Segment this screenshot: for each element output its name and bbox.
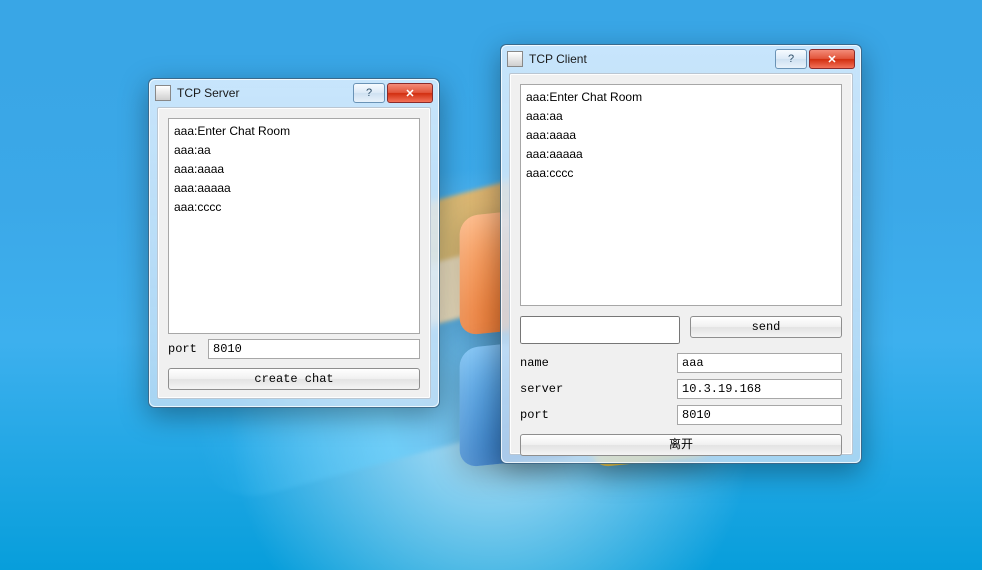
- client-client-area: aaa:Enter Chat Room aaa:aa aaa:aaaa aaa:…: [509, 73, 853, 455]
- client-port-label: port: [520, 408, 677, 422]
- client-port-input[interactable]: [677, 405, 842, 425]
- server-address-label: server: [520, 382, 677, 396]
- name-label: name: [520, 356, 677, 370]
- create-chat-button[interactable]: create chat: [168, 368, 420, 390]
- server-titlebar[interactable]: TCP Server ? ✕: [149, 79, 439, 107]
- client-messages[interactable]: aaa:Enter Chat Room aaa:aa aaa:aaaa aaa:…: [520, 84, 842, 306]
- close-button[interactable]: ✕: [809, 49, 855, 69]
- tcp-server-window: TCP Server ? ✕ aaa:Enter Chat Room aaa:a…: [148, 78, 440, 408]
- message-input[interactable]: [520, 316, 680, 344]
- server-address-input[interactable]: [677, 379, 842, 399]
- name-input[interactable]: [677, 353, 842, 373]
- server-port-input[interactable]: [208, 339, 420, 359]
- app-icon: [155, 85, 171, 101]
- server-messages[interactable]: aaa:Enter Chat Room aaa:aa aaa:aaaa aaa:…: [168, 118, 420, 334]
- client-title: TCP Client: [529, 52, 773, 66]
- send-button[interactable]: send: [690, 316, 842, 338]
- close-button[interactable]: ✕: [387, 83, 433, 103]
- server-title: TCP Server: [177, 86, 351, 100]
- server-port-label: port: [168, 342, 208, 356]
- app-icon: [507, 51, 523, 67]
- tcp-client-window: TCP Client ? ✕ aaa:Enter Chat Room aaa:a…: [500, 44, 862, 464]
- help-button[interactable]: ?: [775, 49, 807, 69]
- server-client-area: aaa:Enter Chat Room aaa:aa aaa:aaaa aaa:…: [157, 107, 431, 399]
- leave-button[interactable]: 离开: [520, 434, 842, 456]
- client-titlebar[interactable]: TCP Client ? ✕: [501, 45, 861, 73]
- help-button[interactable]: ?: [353, 83, 385, 103]
- desktop: TCP Server ? ✕ aaa:Enter Chat Room aaa:a…: [0, 0, 982, 570]
